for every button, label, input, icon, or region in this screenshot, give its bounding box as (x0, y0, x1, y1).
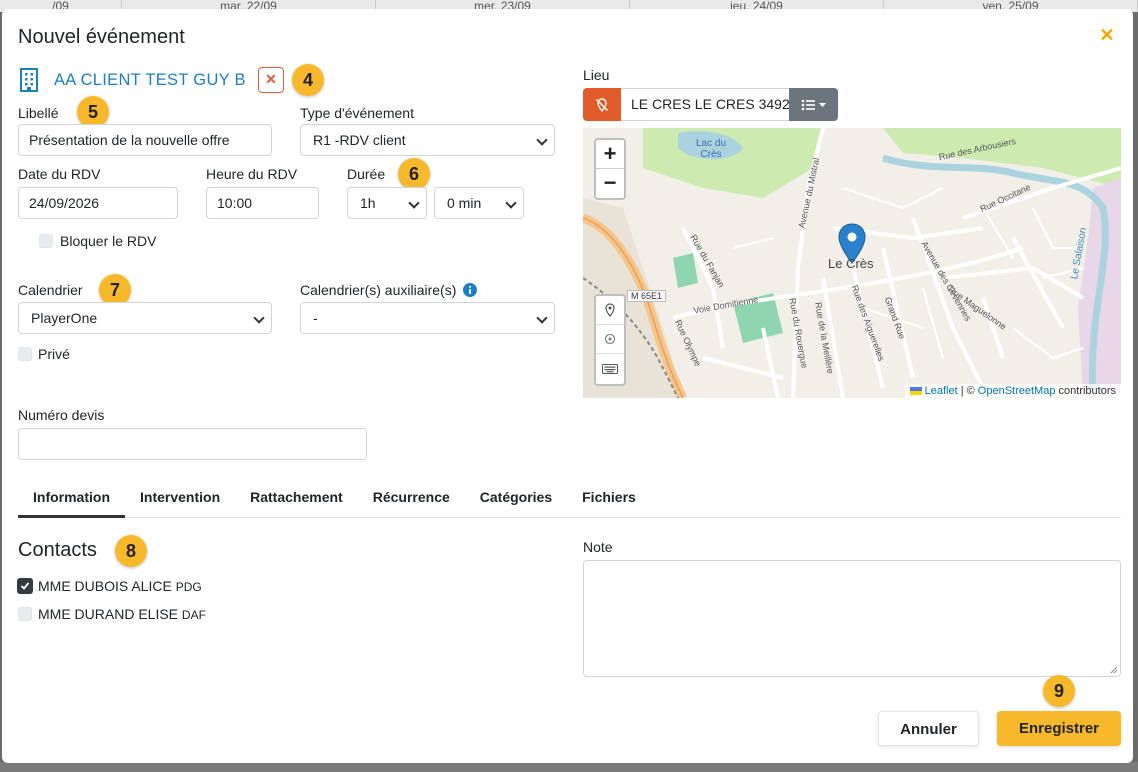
location-map[interactable]: Le Crès Lac du Crès M 65E1 Avenue du Mis… (583, 128, 1121, 398)
chevron-down-icon (536, 312, 548, 324)
modal-title: Nouvel événement (18, 26, 185, 48)
event-tabs: Information Intervention Rattachement Ré… (18, 482, 1121, 518)
new-event-modal: Nouvel événement ✕ AA CLIENT TEST GUY B … (2, 9, 1133, 763)
lieu-geolocate-button[interactable] (583, 88, 621, 121)
background-calendar-bottom (0, 762, 1138, 772)
osm-link[interactable]: OpenStreetMap (978, 385, 1056, 397)
devis-label: Numéro devis (18, 407, 105, 423)
keyboard-icon (602, 363, 618, 374)
chevron-down-icon (253, 312, 265, 324)
map-tools-control (594, 294, 626, 386)
info-icon[interactable] (463, 283, 478, 297)
lieu-label: Lieu (583, 67, 610, 83)
ukraine-flag-icon (909, 387, 922, 395)
contact-checkbox-dubois[interactable] (17, 578, 33, 594)
chevron-down-icon (505, 197, 517, 209)
client-row: AA CLIENT TEST GUY B ✕ (18, 65, 284, 95)
prive-label: Privé (38, 346, 70, 362)
contacts-title: Contacts (18, 539, 97, 561)
contact-role: DAF (181, 608, 206, 622)
map-road-shield: M 65E1 (627, 290, 667, 302)
list-icon (801, 99, 826, 110)
client-name-link[interactable]: AA CLIENT TEST GUY B (54, 71, 246, 90)
libelle-label: Libellé (18, 105, 59, 121)
type-select-value: R1 -RDV client (313, 132, 406, 148)
step-badge-8: 8 (115, 535, 147, 567)
contact-name: MME DURAND ELISE (38, 606, 179, 622)
resize-grip-icon[interactable] (1110, 666, 1118, 674)
aux-select-value: - (313, 310, 318, 326)
map-lake-label: Lac du Crès (695, 138, 727, 160)
location-off-icon (596, 97, 608, 112)
calendrier-select[interactable]: PlayerOne (18, 302, 272, 334)
date-label: Date du RDV (18, 166, 101, 182)
calendrier-label: Calendrier (18, 282, 83, 298)
step-badge-6: 6 (398, 158, 430, 190)
remove-client-button[interactable]: ✕ (258, 67, 284, 93)
duree-hours-value: 1h (360, 195, 376, 211)
tab-recurrence[interactable]: Récurrence (358, 482, 465, 518)
map-zoom-control: + − (594, 138, 626, 200)
close-icon[interactable]: ✕ (1099, 26, 1115, 44)
contact-item-durand: MME DURAND ELISE DAF (38, 606, 206, 622)
heure-label: Heure du RDV (206, 166, 298, 182)
calendrier-select-value: PlayerOne (31, 310, 98, 326)
map-keyboard-tool[interactable] (596, 354, 624, 383)
cancel-button[interactable]: Annuler (878, 711, 979, 746)
lieu-input-group: LE CRES LE CRES 3492 (583, 88, 838, 121)
note-label: Note (583, 539, 613, 555)
map-locate-tool[interactable] (596, 325, 624, 354)
chevron-down-icon (536, 134, 548, 146)
type-select[interactable]: R1 -RDV client (300, 124, 555, 156)
locate-icon (604, 333, 616, 345)
duree-minutes-select[interactable]: 0 min (434, 187, 524, 219)
contact-role: PDG (175, 580, 202, 594)
duree-minutes-value: 0 min (447, 195, 482, 211)
zoom-in-button[interactable]: + (596, 140, 624, 169)
map-marker-tool[interactable] (596, 296, 624, 325)
attribution-sep: | © (960, 385, 975, 397)
lieu-input[interactable]: LE CRES LE CRES 3492 (621, 88, 789, 121)
contact-name: MME DUBOIS ALICE (38, 578, 172, 594)
save-button[interactable]: Enregistrer (997, 711, 1121, 746)
aux-select[interactable]: - (300, 302, 555, 334)
leaflet-link[interactable]: Leaflet (925, 385, 958, 397)
contact-item-dubois: MME DUBOIS ALICE PDG (38, 578, 202, 594)
map-pin-icon (605, 303, 615, 317)
prive-checkbox[interactable] (18, 347, 32, 361)
map-attribution: Leaflet | © OpenStreetMap contributors (904, 384, 1121, 398)
lieu-list-dropdown-button[interactable] (789, 88, 838, 121)
aux-label-text: Calendrier(s) auxiliaire(s) (300, 282, 457, 298)
heure-input[interactable]: 10:00 (206, 187, 319, 219)
zoom-out-button[interactable]: − (596, 169, 624, 198)
duree-hours-select[interactable]: 1h (347, 187, 427, 219)
contact-checkbox-durand[interactable] (18, 607, 32, 621)
libelle-input[interactable]: Présentation de la nouvelle offre (18, 124, 272, 156)
tab-intervention[interactable]: Intervention (125, 482, 235, 518)
devis-input[interactable] (18, 428, 367, 460)
date-input[interactable]: 24/09/2026 (18, 187, 178, 219)
tab-categories[interactable]: Catégories (465, 482, 567, 518)
tab-rattachement[interactable]: Rattachement (235, 482, 358, 518)
bloquer-label: Bloquer le RDV (60, 233, 157, 249)
note-textarea[interactable] (583, 560, 1121, 677)
building-icon (20, 68, 38, 92)
duree-label: Durée (347, 166, 386, 182)
step-badge-9: 9 (1043, 675, 1075, 707)
tab-fichiers[interactable]: Fichiers (567, 482, 651, 518)
chevron-down-icon (408, 197, 420, 209)
aux-label: Calendrier(s) auxiliaire(s) (300, 282, 478, 298)
step-badge-4: 4 (292, 64, 324, 96)
type-label: Type d'événement (300, 105, 414, 121)
bloquer-checkbox[interactable] (39, 234, 53, 248)
tab-information[interactable]: Information (18, 482, 125, 518)
attribution-suffix: contributors (1058, 385, 1116, 397)
map-place-label: Le Crès (828, 256, 874, 271)
check-icon (20, 582, 30, 590)
